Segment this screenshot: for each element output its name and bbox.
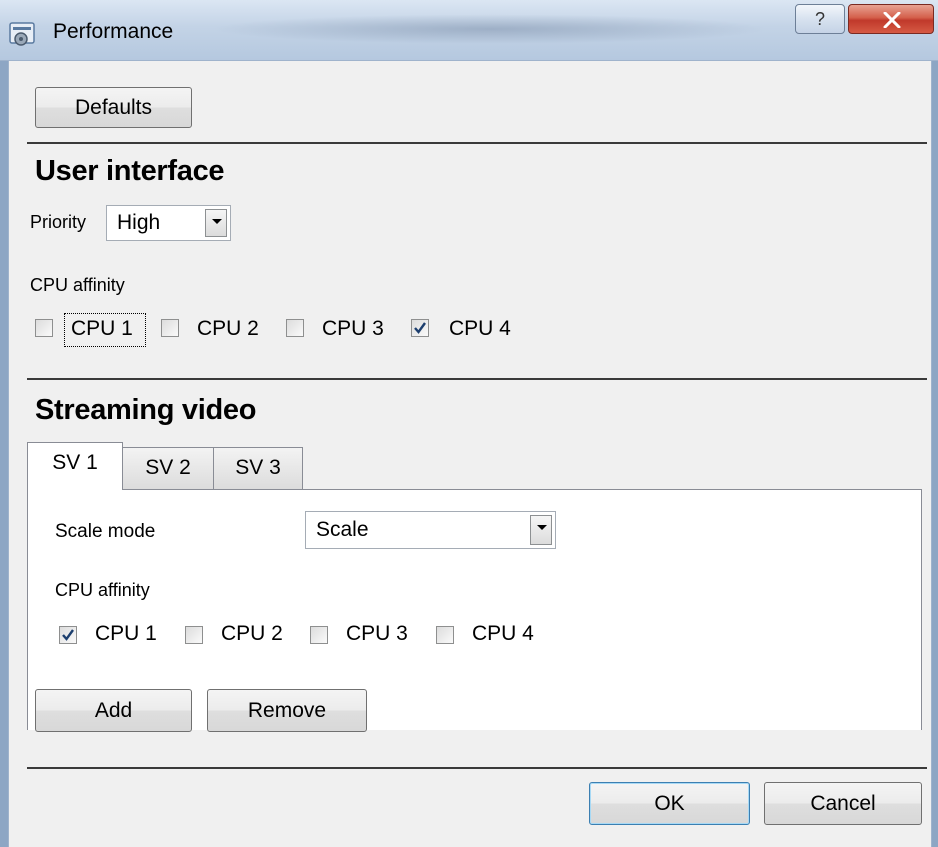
sv-cpu2-label[interactable]: CPU 2: [221, 622, 283, 646]
performance-dialog: Performance ? Defaults User interface Pr…: [0, 0, 938, 847]
remove-button[interactable]: Remove: [207, 689, 367, 732]
performance-app-icon[interactable]: [8, 20, 38, 50]
chevron-down-icon[interactable]: [205, 209, 227, 237]
chevron-down-icon[interactable]: [530, 515, 552, 545]
ui-cpu1-checkbox[interactable]: [35, 319, 53, 337]
priority-value: High: [117, 211, 161, 234]
defaults-button[interactable]: Defaults: [35, 87, 192, 128]
title-bar-glass: [210, 14, 770, 44]
sv-cpu1-checkbox[interactable]: [59, 626, 77, 644]
footer-divider: [27, 767, 927, 769]
close-button[interactable]: [848, 4, 934, 34]
dialog-body: Defaults User interface Priority High CP…: [8, 61, 932, 847]
ok-button[interactable]: OK: [589, 782, 750, 825]
sv-cpu4-label[interactable]: CPU 4: [472, 622, 534, 646]
help-button[interactable]: ?: [795, 4, 845, 34]
cancel-button[interactable]: Cancel: [764, 782, 922, 825]
scale-mode-value: Scale: [316, 518, 369, 541]
priority-select[interactable]: High: [106, 205, 231, 241]
close-icon: [883, 12, 901, 28]
sv-cpu2-checkbox[interactable]: [185, 626, 203, 644]
tab-sv3[interactable]: SV 3: [213, 447, 303, 489]
scale-mode-select[interactable]: Scale: [305, 511, 556, 549]
help-icon: ?: [814, 9, 825, 29]
checkmark-icon: [414, 322, 426, 334]
section-divider: [27, 378, 927, 380]
tab-sv1[interactable]: SV 1: [27, 442, 123, 490]
ui-cpu2-checkbox[interactable]: [161, 319, 179, 337]
scale-mode-label: Scale mode: [55, 521, 156, 542]
ui-cpu3-label[interactable]: CPU 3: [322, 317, 384, 341]
ui-cpu4-label[interactable]: CPU 4: [449, 317, 511, 341]
section-divider: [27, 142, 927, 144]
streaming-video-heading: Streaming video: [35, 394, 257, 426]
tab-sv2[interactable]: SV 2: [122, 447, 214, 489]
ui-cpu-affinity-label: CPU affinity: [30, 275, 125, 295]
title-bar[interactable]: Performance ?: [0, 0, 938, 61]
sv-cpu4-checkbox[interactable]: [436, 626, 454, 644]
sv-cpu-affinity-label: CPU affinity: [55, 580, 150, 600]
sv-cpu3-label[interactable]: CPU 3: [346, 622, 408, 646]
ui-cpu4-checkbox[interactable]: [411, 319, 429, 337]
sv-cpu1-label[interactable]: CPU 1: [95, 622, 157, 646]
ui-cpu2-label[interactable]: CPU 2: [197, 317, 259, 341]
ui-cpu1-label[interactable]: CPU 1: [71, 317, 133, 341]
checkmark-icon: [62, 629, 74, 641]
priority-label: Priority: [30, 212, 87, 232]
ui-cpu3-checkbox[interactable]: [286, 319, 304, 337]
user-interface-heading: User interface: [35, 155, 225, 187]
window-title: Performance: [53, 20, 174, 43]
add-button[interactable]: Add: [35, 689, 192, 732]
sv-cpu3-checkbox[interactable]: [310, 626, 328, 644]
